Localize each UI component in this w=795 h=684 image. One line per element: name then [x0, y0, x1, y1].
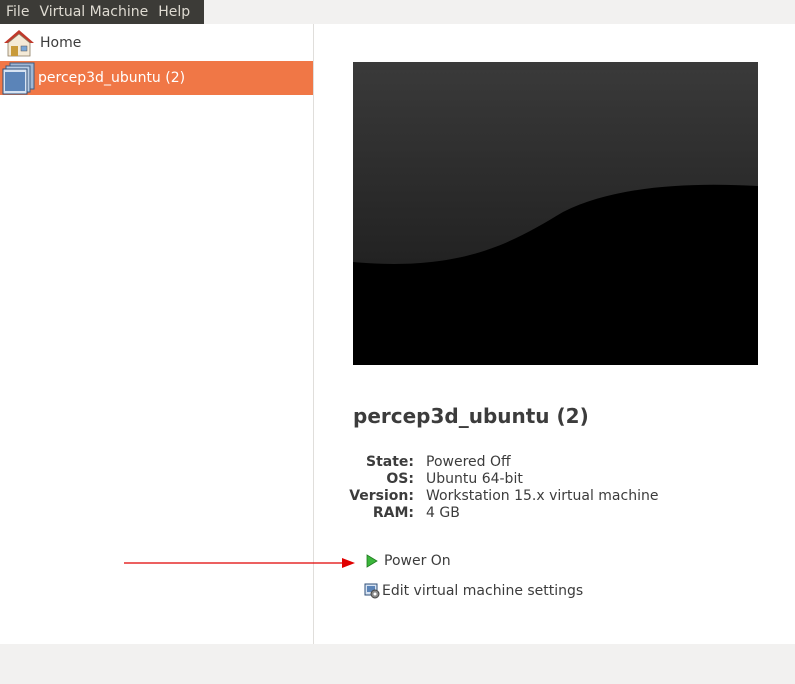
- detail-value: Powered Off: [426, 454, 511, 470]
- sidebar-item-label: Home: [40, 35, 82, 51]
- power-on-button[interactable]: Power On: [366, 553, 451, 569]
- detail-key: Version:: [349, 488, 414, 504]
- detail-value: 4 GB: [426, 505, 460, 521]
- menu-bar: File Virtual Machine Help: [0, 0, 204, 24]
- thumbnail-graphic: [353, 62, 758, 365]
- detail-ram: RAM: 4 GB: [314, 505, 754, 522]
- annotation-arrow: [124, 558, 355, 568]
- edit-settings-button[interactable]: Edit virtual machine settings: [364, 583, 583, 599]
- edit-settings-label: Edit virtual machine settings: [382, 583, 584, 599]
- status-bar: [0, 644, 795, 684]
- detail-state: State: Powered Off: [314, 454, 754, 471]
- play-icon: [366, 554, 378, 568]
- menu-help[interactable]: Help: [158, 0, 190, 24]
- detail-value: Workstation 15.x virtual machine: [426, 488, 659, 504]
- detail-value: Ubuntu 64-bit: [426, 471, 523, 487]
- detail-key: RAM:: [372, 505, 414, 521]
- menu-file[interactable]: File: [6, 0, 29, 24]
- vm-screen-thumbnail[interactable]: [353, 62, 758, 365]
- detail-key: OS:: [386, 471, 414, 487]
- sidebar-item-vm[interactable]: percep3d_ubuntu (2): [0, 61, 313, 95]
- library-sidebar: Home percep3d_ubuntu (2): [0, 24, 314, 644]
- detail-key: State:: [365, 454, 414, 470]
- home-icon: [4, 30, 34, 57]
- sidebar-item-home[interactable]: Home: [0, 27, 313, 59]
- vm-summary-panel: percep3d_ubuntu (2) State: Powered Off O…: [314, 24, 795, 644]
- vm-title: percep3d_ubuntu (2): [353, 404, 589, 428]
- menu-virtual-machine[interactable]: Virtual Machine: [39, 0, 148, 24]
- power-on-label: Power On: [384, 553, 451, 569]
- sidebar-item-label: percep3d_ubuntu (2): [38, 70, 186, 86]
- vm-icon: [2, 62, 35, 95]
- detail-version: Version: Workstation 15.x virtual machin…: [314, 488, 754, 505]
- settings-icon: [364, 583, 380, 599]
- detail-os: OS: Ubuntu 64-bit: [314, 471, 754, 488]
